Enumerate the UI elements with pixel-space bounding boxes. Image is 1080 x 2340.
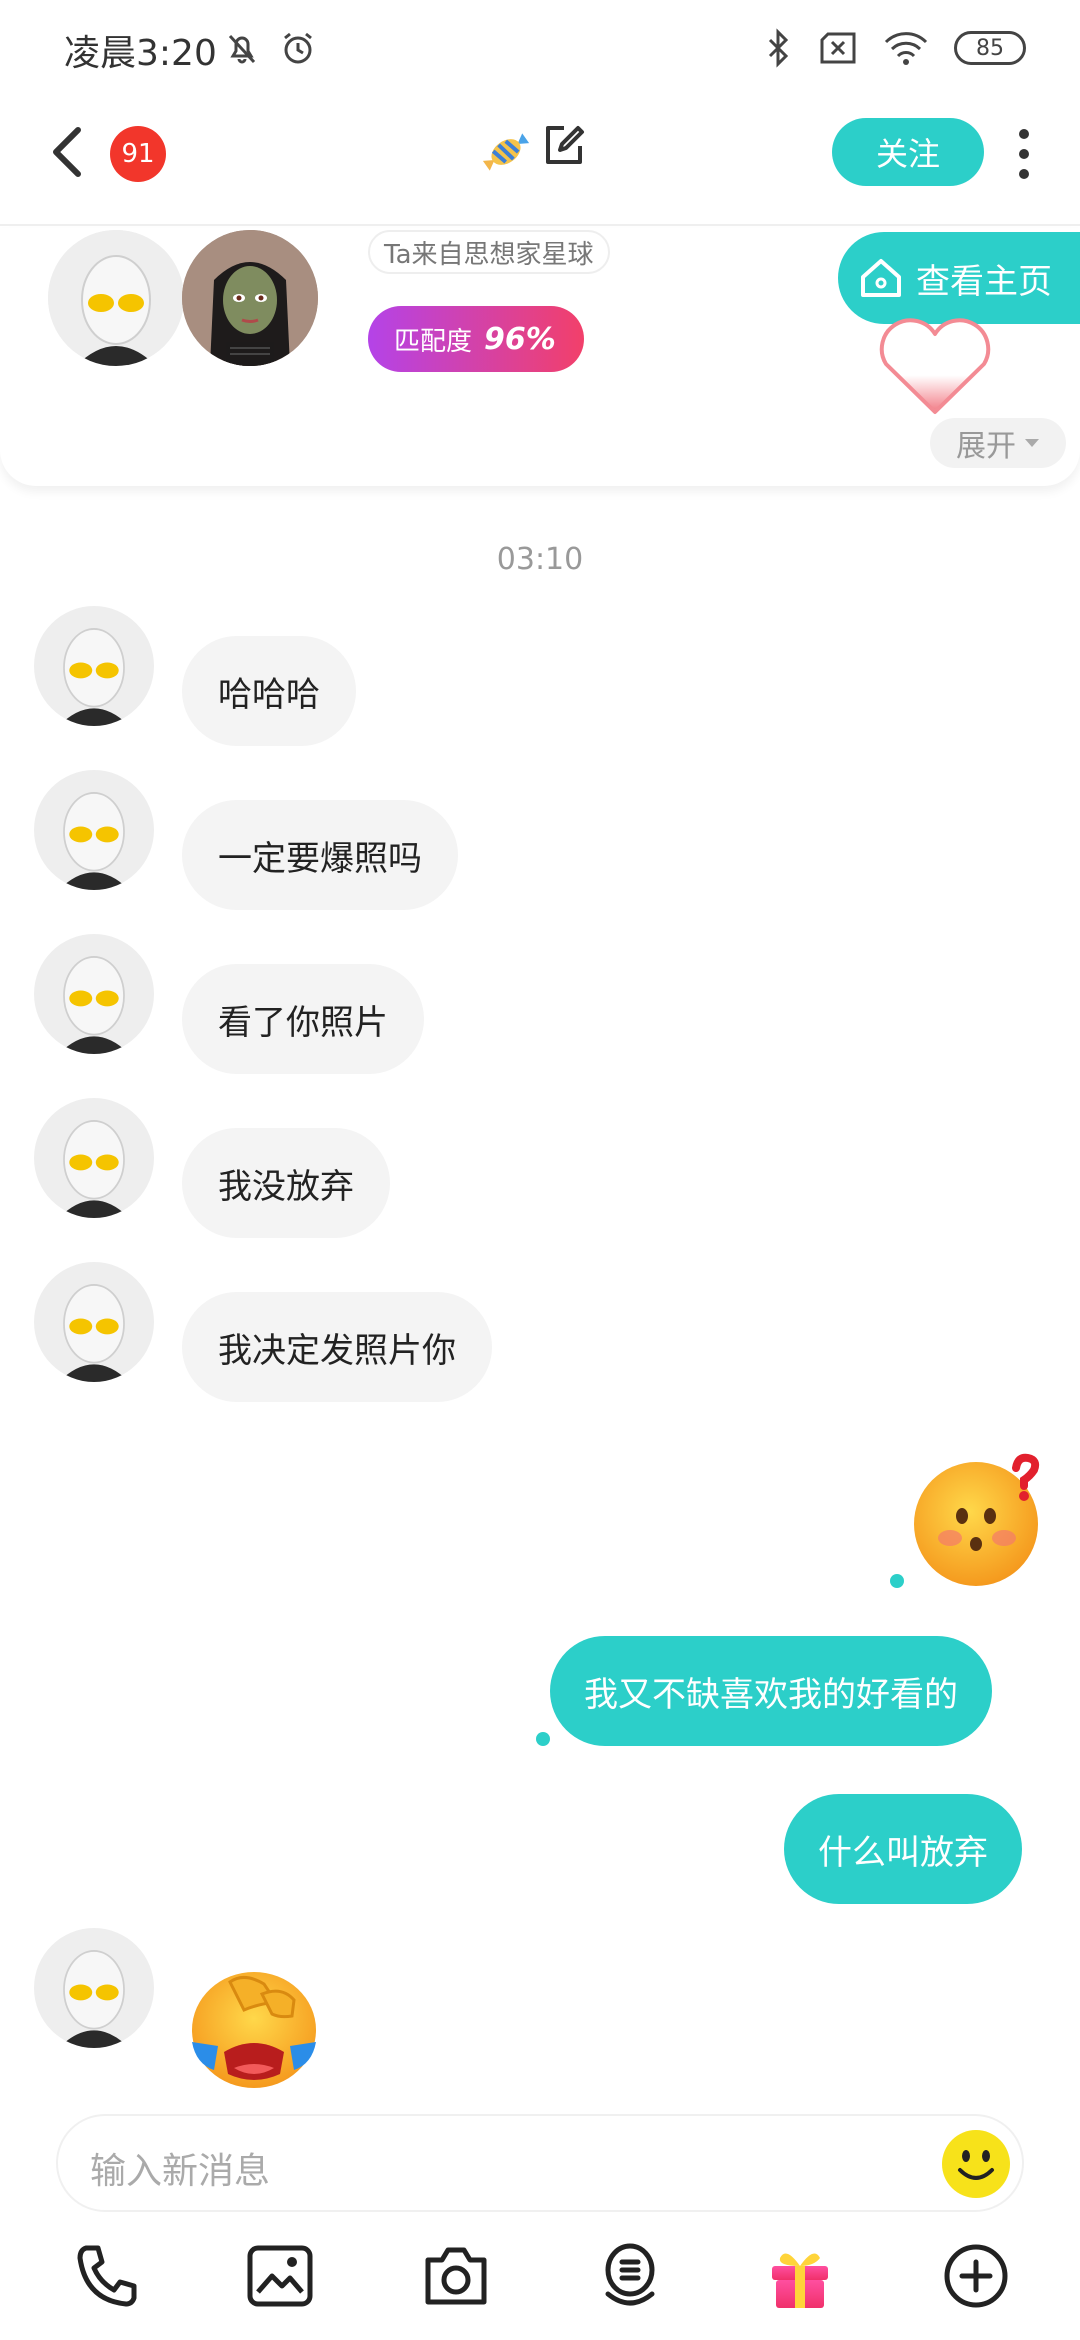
sender-avatar[interactable] <box>34 606 154 726</box>
incoming-message[interactable]: 看了你照片 <box>182 964 424 1074</box>
edit-icon[interactable] <box>540 122 588 170</box>
sender-avatar[interactable] <box>34 1262 154 1382</box>
sender-avatar[interactable] <box>34 934 154 1054</box>
add-icon[interactable] <box>940 2240 1012 2312</box>
dropdown-arrow-icon <box>1025 439 1039 447</box>
incoming-message[interactable]: 我没放弃 <box>182 1128 390 1238</box>
candy-icon[interactable] <box>478 124 534 180</box>
gift-icon[interactable] <box>764 2240 836 2312</box>
bluetooth-icon <box>768 28 789 68</box>
expand-button[interactable]: 展开 <box>930 418 1066 468</box>
view-homepage-label: 查看主页 <box>916 261 1052 302</box>
camera-icon[interactable] <box>420 2240 492 2312</box>
incoming-message[interactable]: 我决定发照片你 <box>182 1292 492 1402</box>
sender-avatar[interactable] <box>34 1098 154 1218</box>
origin-tag: Ta来自思想家星球 <box>368 230 610 274</box>
follow-button[interactable]: 关注 <box>832 118 984 186</box>
chat-header: 91 关注 <box>0 96 1080 226</box>
match-profile-card: Ta来自思想家星球 匹配度 96% 查看主页 展开 <box>0 228 1080 486</box>
wifi-icon <box>884 32 928 65</box>
outgoing-message[interactable]: 什么叫放弃 <box>784 1794 1022 1904</box>
status-bar: 凌晨3:20 85 <box>0 0 1080 96</box>
emoji-picker-icon[interactable] <box>940 2128 1012 2200</box>
confused-face-emoji[interactable] <box>908 1450 1044 1586</box>
bottom-toolbar <box>0 2236 1080 2326</box>
more-options-icon[interactable] <box>1014 126 1034 182</box>
battery-level: 85 <box>976 35 1004 61</box>
unread-count-badge: 91 <box>110 126 166 182</box>
message-input[interactable]: 输入新消息 <box>56 2114 1024 2212</box>
incoming-message[interactable]: 一定要爆照吗 <box>182 800 458 910</box>
voice-message-icon[interactable] <box>594 2240 666 2312</box>
sender-avatar[interactable] <box>34 770 154 890</box>
gallery-icon[interactable] <box>244 2240 316 2312</box>
unread-dot <box>536 1732 550 1746</box>
outgoing-message[interactable]: 我又不缺喜欢我的好看的 <box>550 1636 992 1746</box>
my-avatar[interactable] <box>48 230 184 366</box>
partner-avatar[interactable] <box>182 230 318 366</box>
incoming-message[interactable]: 哈哈哈 <box>182 636 356 746</box>
battery-indicator: 85 <box>954 31 1026 65</box>
unread-dot <box>890 1574 904 1588</box>
status-time: 凌晨3:20 <box>64 33 217 74</box>
expand-label: 展开 <box>956 429 1016 464</box>
alarm-icon <box>284 32 312 64</box>
sim-off-icon <box>820 32 856 64</box>
home-icon <box>861 259 901 297</box>
crying-face-emoji[interactable] <box>184 1964 324 2090</box>
message-input-placeholder: 输入新消息 <box>90 2151 271 2192</box>
match-badge: 匹配度 96% <box>368 306 584 372</box>
match-value: 96% <box>484 321 556 357</box>
heart-icon <box>879 318 991 414</box>
chat-timestamp: 03:10 <box>496 542 584 577</box>
phone-icon[interactable] <box>72 2240 144 2312</box>
back-arrow-icon[interactable] <box>44 122 94 182</box>
mute-bell-icon <box>228 34 256 64</box>
match-label: 匹配度 <box>394 326 473 357</box>
sender-avatar[interactable] <box>34 1928 154 2048</box>
view-homepage-button[interactable]: 查看主页 <box>838 232 1080 324</box>
